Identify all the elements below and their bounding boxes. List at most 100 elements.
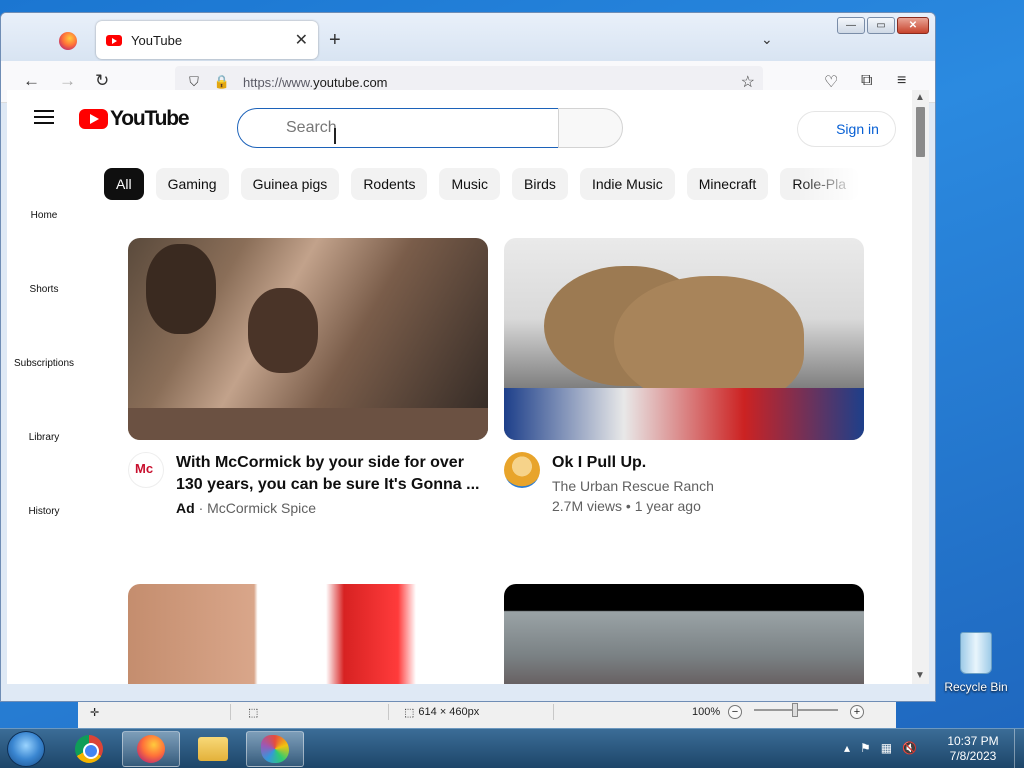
clock[interactable]: 10:37 PM 7/8/2023 <box>940 734 1006 764</box>
video-thumbnail[interactable] <box>504 584 864 684</box>
firefox-view-icon[interactable] <box>59 32 77 50</box>
start-button[interactable] <box>7 731 45 767</box>
back-button[interactable]: ← <box>23 71 40 91</box>
video-card[interactable]: Ok I Pull Up. The Urban Rescue Ranch 2.7… <box>504 238 864 516</box>
chip-minecraft[interactable]: Minecraft <box>686 168 769 200</box>
youtube-logo[interactable]: YouTube <box>79 107 190 131</box>
chrome-icon <box>75 735 103 763</box>
chip-guinea-pigs[interactable]: Guinea pigs <box>240 168 340 200</box>
folder-icon <box>198 737 228 761</box>
zoom-slider-thumb[interactable] <box>792 703 798 717</box>
byline-separator: · <box>198 500 204 516</box>
volume-muted-icon[interactable]: 🔇 <box>902 741 917 755</box>
youtube-logo-icon <box>79 109 108 129</box>
search-box: Search <box>237 108 623 148</box>
chip-indie-music[interactable]: Indie Music <box>579 168 675 200</box>
clock-time: 10:37 PM <box>947 734 999 748</box>
scroll-down-icon[interactable]: ▼ <box>915 670 925 681</box>
extensions-icon[interactable]: ⧉ <box>861 72 872 90</box>
chip-music[interactable]: Music <box>439 168 501 200</box>
sign-in-button[interactable]: Sign in <box>797 111 896 147</box>
channel-name[interactable]: The Urban Rescue Ranch <box>552 476 714 496</box>
video-title[interactable]: With McCormick by your side for over 130… <box>176 452 488 496</box>
tab-bar: YouTube ✕ + ⌄ — ▭ ✕ <box>1 13 935 61</box>
video-card[interactable]: With McCormick by your side for over 130… <box>128 238 488 518</box>
chip-bar: All Gaming Guinea pigs Rodents Music Bir… <box>104 168 859 200</box>
sidebar-item-home[interactable]: Home <box>7 210 81 221</box>
bookmark-star-icon[interactable]: ☆ <box>741 72 755 92</box>
move-icon: ✛ <box>90 706 100 719</box>
taskbar-paint[interactable] <box>246 731 304 767</box>
recycle-bin[interactable]: Recycle Bin <box>944 632 1008 694</box>
video-thumbnail[interactable] <box>504 238 864 440</box>
tab-youtube[interactable]: YouTube ✕ <box>96 21 318 59</box>
search-button[interactable] <box>558 108 623 148</box>
new-tab-button[interactable]: + <box>329 30 341 50</box>
scroll-up-icon[interactable]: ▲ <box>915 92 925 103</box>
system-tray: ▴ ⚑ ▦ 🔇 <box>844 741 917 755</box>
channel-name[interactable]: McCormick Spice <box>207 500 316 516</box>
network-icon[interactable]: ▦ <box>881 741 892 755</box>
sidebar-item-subscriptions[interactable]: Subscriptions <box>7 358 81 369</box>
video-thumbnail[interactable] <box>128 584 488 684</box>
menu-icon[interactable]: ≡ <box>897 72 906 90</box>
ad-badge: Ad <box>176 500 195 516</box>
tab-close-icon[interactable]: ✕ <box>295 30 308 50</box>
canvas-size-text: 614 × 460px <box>418 706 480 718</box>
canvas-size-icon: ⬚ <box>404 706 415 719</box>
video-thumbnail[interactable] <box>128 238 488 440</box>
chip-rodents[interactable]: Rodents <box>351 168 428 200</box>
page-scrollbar[interactable]: ▲ ▼ <box>912 90 929 684</box>
stats-separator: • <box>625 498 631 514</box>
pocket-icon[interactable]: ♡ <box>824 72 838 92</box>
action-center-flag-icon[interactable]: ⚑ <box>860 741 871 755</box>
canvas-size: ⬚ 614 × 460px <box>404 704 479 720</box>
show-desktop-button[interactable] <box>1014 729 1024 768</box>
reload-button[interactable]: ↻ <box>95 71 109 91</box>
url-text[interactable]: https://www.youtube.com <box>243 75 388 90</box>
video-title[interactable]: Ok I Pull Up. <box>552 452 714 474</box>
channel-avatar[interactable] <box>128 452 164 488</box>
view-count: 2.7M views <box>552 498 623 514</box>
lock-icon[interactable]: 🔒 <box>213 74 231 90</box>
paint-status-bar: ✛ ⬚ ⬚ 614 × 460px 100% − + <box>78 700 896 728</box>
forward-button[interactable]: → <box>59 71 76 91</box>
recycle-bin-label: Recycle Bin <box>944 680 1008 694</box>
paint-icon <box>261 735 289 763</box>
tab-title: YouTube <box>131 32 183 48</box>
url-domain: youtube.com <box>313 74 388 90</box>
list-all-tabs-icon[interactable]: ⌄ <box>761 31 773 48</box>
sidebar-item-history[interactable]: History <box>7 506 81 517</box>
url-prefix: https://www. <box>243 74 314 90</box>
clock-date: 7/8/2023 <box>949 749 997 763</box>
zoom-out-button[interactable]: − <box>728 705 742 719</box>
firefox-icon <box>137 735 165 763</box>
close-window-button[interactable]: ✕ <box>897 17 929 34</box>
sidebar-item-library[interactable]: Library <box>7 432 81 443</box>
text-cursor <box>334 128 336 144</box>
video-stats: 2.7M views • 1 year ago <box>552 496 714 516</box>
recycle-bin-icon <box>960 632 992 674</box>
taskbar-chrome[interactable] <box>60 731 118 767</box>
chip-birds[interactable]: Birds <box>512 168 568 200</box>
upload-age: 1 year ago <box>634 498 701 514</box>
sidebar-item-shorts[interactable]: Shorts <box>7 284 81 295</box>
chip-all[interactable]: All <box>104 168 144 200</box>
youtube-page: YouTube Search Sign in All Gaming Guinea… <box>7 90 912 684</box>
taskbar-firefox[interactable] <box>122 731 180 767</box>
show-hidden-icons-icon[interactable]: ▴ <box>844 741 850 755</box>
shield-icon[interactable]: ⛉ <box>185 74 203 90</box>
selection-icon: ⬚ <box>248 706 259 719</box>
youtube-logo-text: YouTube <box>110 107 190 130</box>
scrollbar-thumb[interactable] <box>916 107 925 157</box>
minimize-button[interactable]: — <box>837 17 865 34</box>
youtube-favicon-icon <box>106 34 122 46</box>
guide-menu-icon[interactable] <box>34 110 54 124</box>
zoom-in-button[interactable]: + <box>850 705 864 719</box>
chip-gaming[interactable]: Gaming <box>155 168 229 200</box>
video-byline: Ad · McCormick Spice <box>176 498 488 518</box>
channel-avatar[interactable] <box>504 452 540 488</box>
taskbar-explorer[interactable] <box>184 731 242 767</box>
search-input[interactable]: Search <box>237 108 559 148</box>
maximize-button[interactable]: ▭ <box>867 17 895 34</box>
